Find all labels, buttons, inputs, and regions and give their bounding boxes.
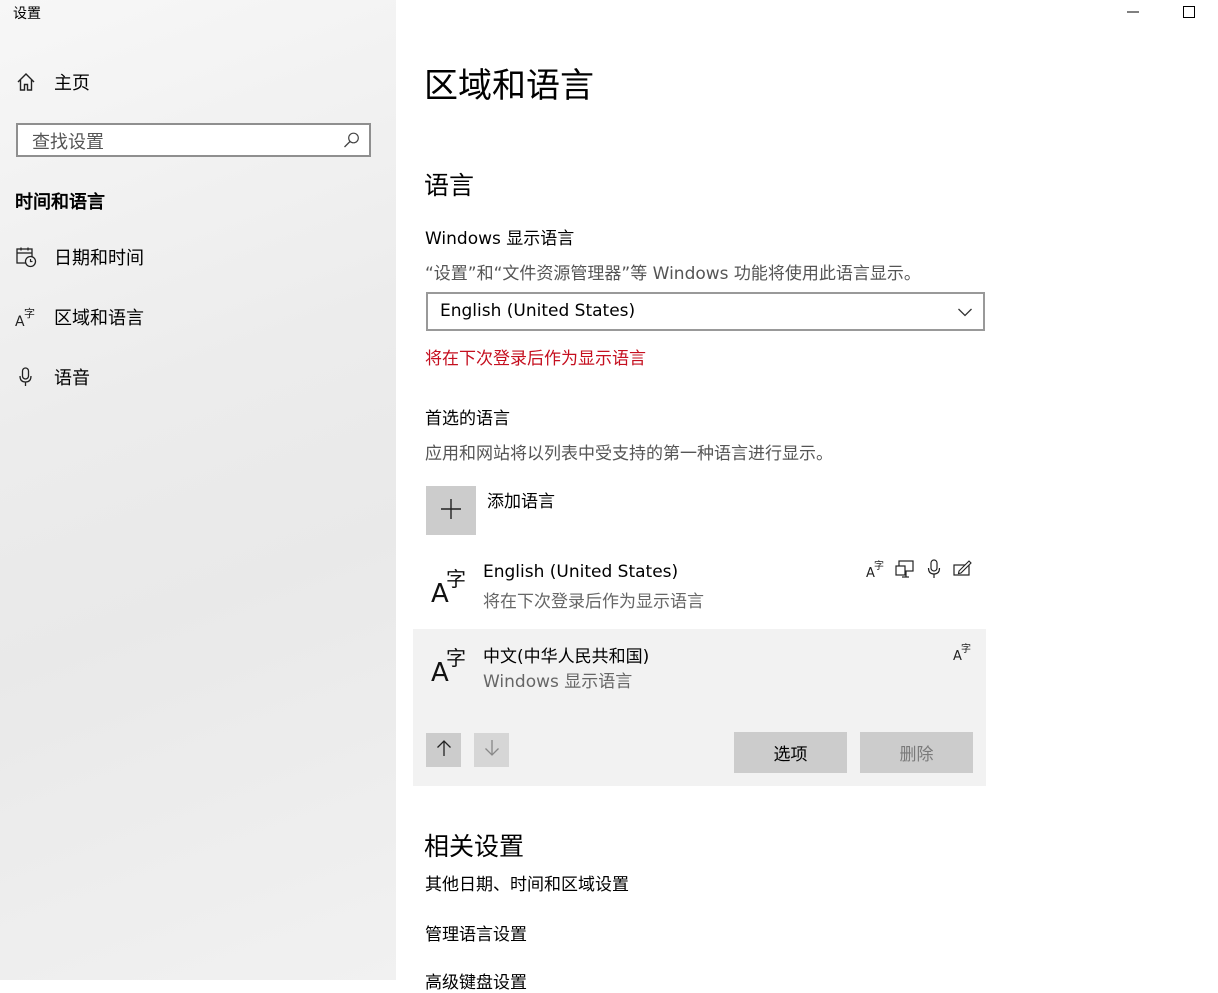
handwriting-icon [952, 558, 974, 580]
language-icon: A字 [430, 564, 470, 610]
sidebar-item-speech[interactable]: 语音 [0, 355, 396, 399]
move-up-button[interactable] [426, 733, 461, 767]
search-icon[interactable] [343, 131, 361, 153]
language-name: English (United States) [483, 562, 679, 582]
main-content: 区域和语言 语言 Windows 显示语言 “设置”和“文件资源管理器”等 Wi… [396, 0, 1218, 993]
sidebar-item-label: 语音 [54, 368, 90, 389]
search-input[interactable] [30, 129, 334, 155]
language-status: 将在下次登录后作为显示语言 [483, 592, 704, 612]
sidebar-item-label: 主页 [54, 73, 90, 94]
search-box [16, 123, 371, 157]
sidebar: 设置 主页 时间和语言 日期和时间 A字 区域和语言 语音 [0, 0, 396, 980]
arrow-up-icon [435, 739, 453, 761]
sidebar-item-region-language[interactable]: A字 区域和语言 [0, 295, 396, 339]
preferred-languages-description: 应用和网站将以列表中受支持的第一种语言进行显示。 [425, 444, 833, 464]
sidebar-item-home[interactable]: 主页 [0, 60, 396, 104]
remove-button[interactable]: 删除 [860, 732, 973, 773]
svg-text:字: 字 [446, 567, 466, 591]
language-item-zh-cn[interactable]: A字 中文(中华人民共和国) Windows 显示语言 A字 选项 删除 [413, 629, 986, 786]
chevron-down-icon [957, 304, 973, 324]
language-pack-icon: A字 [952, 641, 974, 663]
link-manage-language-settings[interactable]: 管理语言设置 [425, 920, 527, 945]
svg-text:字: 字 [874, 559, 884, 572]
display-language-notice: 将在下次登录后作为显示语言 [425, 349, 646, 369]
microphone-icon [923, 558, 945, 580]
add-language-button[interactable] [426, 486, 476, 535]
preferred-languages-label: 首选的语言 [425, 409, 510, 429]
language-status: Windows 显示语言 [483, 672, 633, 692]
display-language-description: “设置”和“文件资源管理器”等 Windows 功能将使用此语言显示。 [425, 264, 921, 284]
language-pack-icon: A字 [865, 558, 887, 580]
svg-text:字: 字 [446, 646, 466, 670]
display-language-dropdown[interactable]: English (United States) [426, 292, 985, 331]
move-down-button[interactable] [474, 733, 509, 767]
language-item-en-us[interactable]: A字 English (United States) 将在下次登录后作为显示语言… [413, 550, 986, 624]
dropdown-value: English (United States) [440, 301, 636, 321]
related-settings-heading: 相关设置 [424, 832, 525, 861]
svg-text:字: 字 [961, 642, 971, 655]
options-button[interactable]: 选项 [734, 732, 847, 773]
home-icon [15, 71, 37, 93]
plus-icon [440, 498, 462, 524]
display-language-label: Windows 显示语言 [425, 229, 575, 249]
display-icon [894, 558, 916, 580]
page-title: 区域和语言 [424, 66, 594, 106]
language-name: 中文(中华人民共和国) [483, 647, 650, 667]
svg-text:字: 字 [24, 306, 35, 320]
link-advanced-keyboard-settings[interactable]: 高级键盘设置 [425, 968, 527, 993]
add-language-label[interactable]: 添加语言 [487, 487, 555, 512]
arrow-down-icon [483, 739, 501, 761]
sidebar-item-label: 日期和时间 [54, 248, 144, 269]
calendar-clock-icon [15, 246, 37, 268]
sidebar-item-label: 区域和语言 [54, 308, 144, 329]
sidebar-item-date-time[interactable]: 日期和时间 [0, 235, 396, 279]
link-additional-date-time-region[interactable]: 其他日期、时间和区域设置 [425, 870, 629, 895]
app-title: 设置 [13, 6, 41, 22]
section-title: 时间和语言 [15, 192, 105, 213]
language-icon: A字 [430, 643, 470, 689]
language-heading: 语言 [424, 171, 475, 200]
microphone-icon [15, 366, 37, 388]
language-icon: A字 [15, 306, 37, 328]
